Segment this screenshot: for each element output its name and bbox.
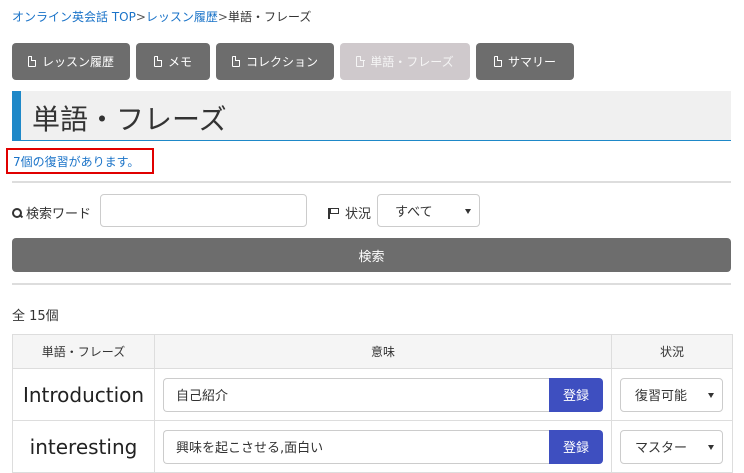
keyword-label-text: 検索ワード [26, 207, 92, 222]
document-icon [153, 55, 163, 67]
tab-collection[interactable]: コレクション [216, 43, 334, 80]
table-row: Introduction 自己紹介 登録 復習可能 [12, 368, 733, 421]
register-button[interactable]: 登録 [549, 377, 603, 412]
word-cell: Introduction [12, 368, 155, 421]
tab-label: コレクション [245, 55, 318, 69]
tab-label: サマリー [507, 55, 556, 69]
tab-label: レッスン履歴 [41, 55, 114, 69]
chevron-down-icon [465, 208, 471, 214]
review-notice-link[interactable]: 7個の復習があります。 [6, 148, 154, 174]
meaning-input[interactable]: 自己紹介 [163, 377, 549, 412]
document-icon [27, 55, 37, 67]
tab-memo[interactable]: メモ [136, 43, 210, 80]
tab-words-phrases: 単語・フレーズ [340, 43, 470, 80]
document-icon [493, 55, 503, 67]
breadcrumb-separator: > [217, 10, 228, 24]
chevron-down-icon [708, 444, 714, 450]
breadcrumb-link-lesson-history[interactable]: レッスン履歴 [146, 10, 218, 24]
status-label-text: 状況 [345, 207, 372, 222]
keyword-label: 検索ワード [12, 203, 91, 222]
status-select[interactable]: マスター [620, 429, 723, 464]
tab-label: 単語・フレーズ [370, 55, 454, 69]
table-row: interesting 興味を起こさせる,面白い 登録 マスター [12, 420, 733, 473]
keyword-input[interactable] [100, 194, 307, 227]
meaning-cell: 興味を起こさせる,面白い 登録 [154, 420, 612, 473]
meaning-input[interactable]: 興味を起こさせる,面白い [163, 429, 549, 464]
status-select[interactable]: 復習可能 [620, 377, 723, 412]
flag-icon [328, 207, 340, 219]
search-button[interactable]: 検索 [12, 238, 731, 272]
status-filter-select[interactable]: すべて [377, 194, 480, 227]
tab-summary[interactable]: サマリー [476, 43, 574, 80]
table-header-row: 単語・フレーズ 意味 状況 [12, 334, 733, 369]
page-title-box: 単語・フレーズ [12, 91, 731, 141]
register-button[interactable]: 登録 [549, 429, 603, 464]
vocabulary-table: 単語・フレーズ 意味 状況 Introduction 自己紹介 登録 復習可能 … [12, 334, 733, 473]
total-count: 全 15個 [12, 309, 59, 324]
status-select-value: マスター [635, 441, 688, 456]
word-cell: interesting [12, 420, 155, 473]
document-icon [231, 55, 241, 67]
status-filter-value: すべて [395, 205, 433, 220]
status-select-value: 復習可能 [635, 389, 688, 404]
divider [12, 283, 731, 285]
status-label: 状況 [328, 203, 371, 222]
divider [12, 181, 731, 183]
meaning-cell: 自己紹介 登録 [154, 368, 612, 421]
meaning-input-group: 興味を起こさせる,面白い 登録 [163, 429, 603, 464]
column-header-status: 状況 [611, 334, 733, 369]
tab-lesson-history[interactable]: レッスン履歴 [12, 43, 130, 80]
breadcrumb-separator: > [135, 10, 146, 24]
breadcrumb-link-top[interactable]: オンライン英会話 TOP [12, 10, 136, 24]
column-header-word: 単語・フレーズ [12, 334, 155, 369]
chevron-down-icon [708, 392, 714, 398]
search-form: 検索ワード 状況 すべて [12, 193, 731, 227]
status-cell: マスター [611, 420, 733, 473]
tab-label: メモ [167, 55, 192, 69]
tab-bar: レッスン履歴 メモ コレクション 単語・フレーズ サマリー [12, 43, 574, 80]
document-icon [356, 55, 365, 67]
search-icon [12, 207, 22, 218]
meaning-input-group: 自己紹介 登録 [163, 377, 603, 412]
page-title: 単語・フレーズ [32, 103, 227, 136]
breadcrumb-current: 単語・フレーズ [227, 10, 312, 24]
column-header-meaning: 意味 [154, 334, 612, 369]
status-cell: 復習可能 [611, 368, 733, 421]
breadcrumb: オンライン英会話 TOP>レッスン履歴>単語・フレーズ [12, 8, 311, 25]
